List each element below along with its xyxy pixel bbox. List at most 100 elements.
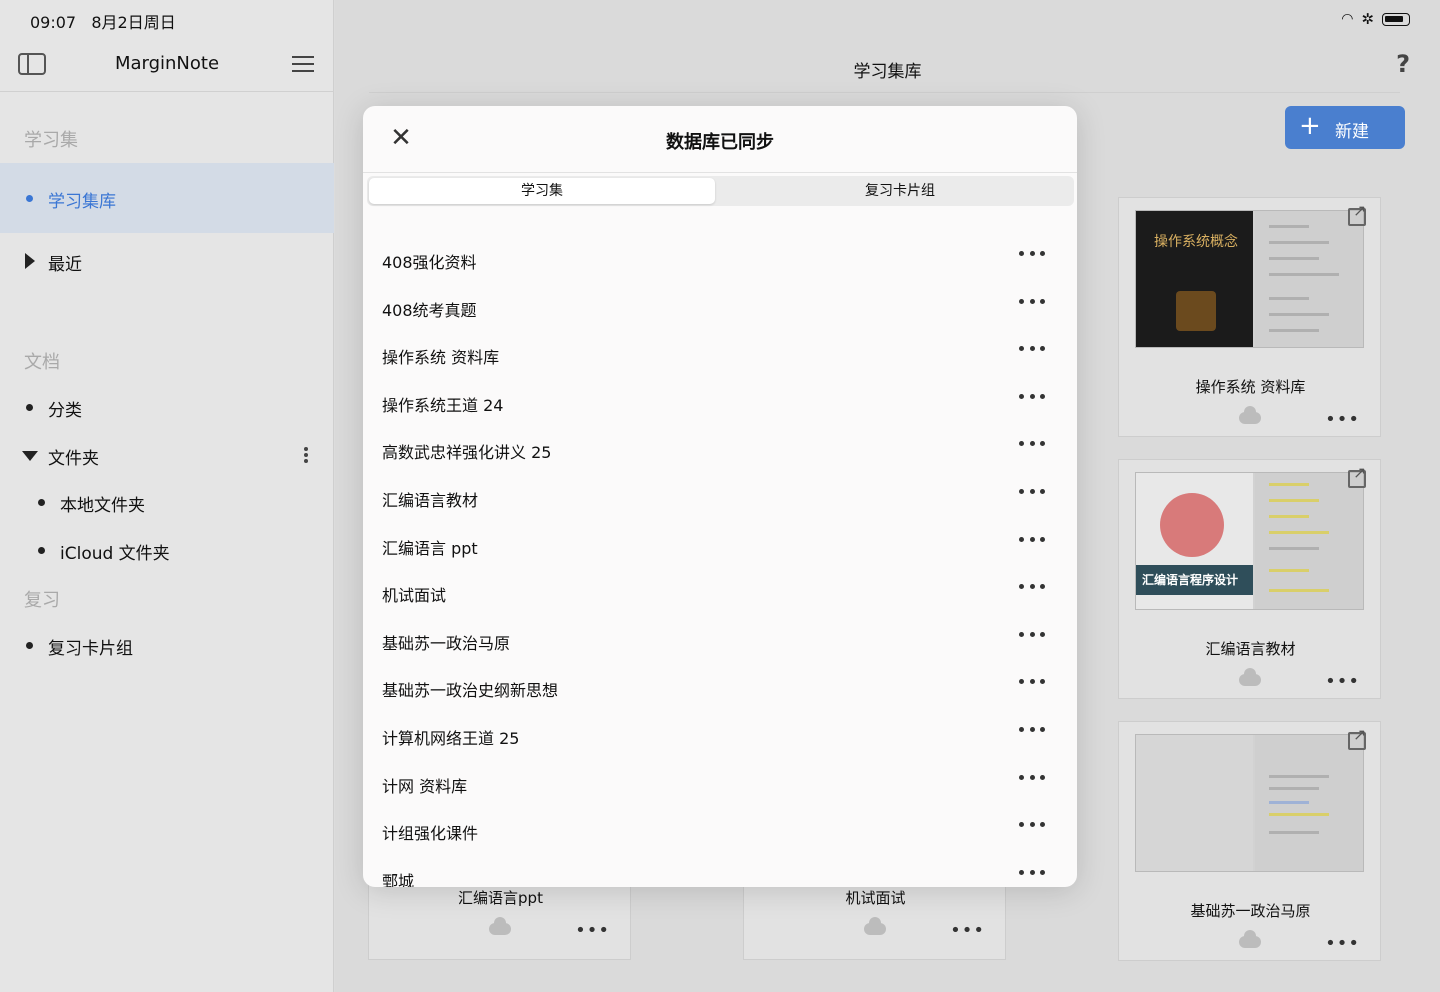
bullet-icon bbox=[26, 195, 33, 202]
more-icon[interactable] bbox=[1019, 631, 1045, 638]
list-item-label: 操作系统王道 24 bbox=[382, 395, 504, 415]
help-icon[interactable]: ? bbox=[1396, 50, 1410, 78]
open-external-icon[interactable] bbox=[1348, 463, 1366, 488]
section-notebooks: 学习集 bbox=[24, 130, 78, 151]
list-item-label: 基础苏一政治马原 bbox=[382, 633, 511, 653]
notebook-thumbnail: 操作系统概念 bbox=[1135, 210, 1364, 348]
mindmap-page bbox=[1255, 211, 1363, 347]
tab-notebooks[interactable]: 学习集 bbox=[369, 178, 715, 204]
sidebar-item-review-cards[interactable]: 复习卡片组 bbox=[0, 621, 334, 669]
list-item[interactable]: 基础苏一政治马原 bbox=[363, 618, 1077, 665]
more-icon[interactable] bbox=[1019, 822, 1045, 828]
wifi-icon: ◠ bbox=[1341, 11, 1354, 27]
notebook-name: 基础苏一政治马原 bbox=[1190, 902, 1311, 920]
notebook-name: 汇编语言教材 bbox=[1205, 640, 1296, 658]
more-icon[interactable] bbox=[1019, 727, 1045, 733]
tab-review-cards[interactable]: 复习卡片组 bbox=[727, 178, 1073, 204]
list-item[interactable]: 操作系统 资料库 bbox=[363, 332, 1077, 379]
notebook-card[interactable]: 基础苏一政治马原 ••• bbox=[1118, 721, 1381, 961]
status-clock: 09:07 bbox=[30, 13, 77, 32]
sidebar-header: MarginNote bbox=[0, 40, 334, 92]
disclosure-down-icon bbox=[22, 451, 38, 461]
sidebar-item-notebook-library[interactable]: 学习集库 bbox=[0, 163, 334, 233]
gear-icon: ✲ bbox=[1361, 10, 1374, 28]
page-title: 学习集库 bbox=[853, 62, 922, 82]
notebook-name: 汇编语言ppt bbox=[458, 889, 543, 907]
notebook-card[interactable]: 操作系统概念 操作系统 资料库 ••• bbox=[1118, 197, 1381, 437]
app-title: MarginNote bbox=[114, 53, 220, 74]
open-external-icon[interactable] bbox=[1348, 725, 1366, 750]
sidebar-item-label: 最近 bbox=[48, 255, 82, 275]
more-icon[interactable]: ••• bbox=[1325, 935, 1360, 953]
sidebar-item-icloud-folder[interactable]: iCloud 文件夹 bbox=[0, 526, 334, 574]
list-item-label: 汇编语言 ppt bbox=[382, 538, 478, 558]
more-icon[interactable]: ••• bbox=[950, 922, 985, 940]
cloud-icon bbox=[489, 917, 511, 935]
more-icon[interactable] bbox=[1019, 536, 1045, 543]
notebook-card[interactable]: 汇编语言程序设计 汇编语言教材 ••• bbox=[1118, 459, 1381, 699]
list-item-label: 计网 资料库 bbox=[382, 776, 468, 796]
section-review: 复习 bbox=[24, 590, 60, 611]
list-item[interactable]: 高数武忠祥强化讲义 25 bbox=[363, 427, 1077, 474]
more-icon[interactable] bbox=[1019, 584, 1045, 590]
more-icon[interactable] bbox=[1019, 393, 1045, 400]
battery-icon bbox=[1382, 12, 1410, 26]
more-icon[interactable] bbox=[1019, 774, 1045, 781]
sidebar-item-local-folder[interactable]: 本地文件夹 bbox=[0, 478, 334, 526]
new-button[interactable]: + 新建 bbox=[1285, 106, 1405, 149]
more-icon[interactable] bbox=[1019, 441, 1045, 447]
list-item[interactable]: 计网 资料库 bbox=[363, 761, 1077, 808]
more-icon[interactable] bbox=[1019, 489, 1045, 495]
new-button-label: 新建 bbox=[1335, 122, 1369, 142]
sidebar-item-folders[interactable]: 文件夹 bbox=[0, 431, 334, 479]
cloud-icon bbox=[864, 917, 886, 935]
cloud-icon bbox=[1239, 930, 1261, 948]
more-icon[interactable]: ••• bbox=[1325, 411, 1360, 429]
list-item[interactable]: 机试面试 bbox=[363, 570, 1077, 617]
sync-dialog: ✕ 数据库已同步 学习集 复习卡片组 408强化资料 408统考真题 操作系统 资料… bbox=[363, 106, 1077, 887]
more-icon[interactable]: ••• bbox=[575, 922, 610, 940]
segmented-control: 学习集 复习卡片组 bbox=[367, 176, 1074, 206]
bullet-icon bbox=[26, 642, 33, 649]
list-item[interactable]: 汇编语言 ppt bbox=[363, 523, 1077, 570]
list-item[interactable]: 操作系统王道 24 bbox=[363, 380, 1077, 427]
list-item-label: 操作系统 资料库 bbox=[382, 348, 500, 368]
list-item[interactable]: 408统考真题 bbox=[363, 285, 1077, 332]
more-icon[interactable] bbox=[1019, 346, 1045, 352]
list-item-label: 计组强化课件 bbox=[382, 824, 479, 844]
list-item[interactable]: 基础苏一政治史纲新思想 bbox=[363, 665, 1077, 712]
more-icon[interactable] bbox=[1019, 679, 1045, 685]
open-external-icon[interactable] bbox=[1348, 201, 1366, 226]
sidebar-item-label: 学习集库 bbox=[48, 192, 116, 212]
list-item[interactable]: 计算机网络王道 25 bbox=[363, 713, 1077, 760]
more-icon[interactable] bbox=[1019, 298, 1045, 305]
sidebar-item-recent[interactable]: 最近 bbox=[0, 237, 334, 285]
more-icon[interactable] bbox=[1019, 869, 1045, 876]
list-item-label: 408强化资料 bbox=[382, 253, 477, 272]
list-item[interactable]: 鄄城 bbox=[363, 856, 1077, 887]
bullet-icon bbox=[26, 404, 33, 411]
notebook-name: 机试面试 bbox=[845, 889, 906, 907]
cloud-icon bbox=[1239, 668, 1261, 686]
status-time: 09:07 8月2日周日 bbox=[30, 9, 176, 33]
list-item[interactable]: 408强化资料 bbox=[363, 237, 1077, 284]
more-icon[interactable] bbox=[1019, 251, 1045, 257]
sidebar-item-categories[interactable]: 分类 bbox=[0, 383, 334, 431]
mindmap-page bbox=[1255, 735, 1363, 871]
more-icon[interactable]: ••• bbox=[1325, 673, 1360, 691]
cover-title: 汇编语言程序设计 bbox=[1142, 573, 1239, 587]
list-item[interactable]: 计组强化课件 bbox=[363, 808, 1077, 855]
book-cover: 操作系统概念 bbox=[1136, 211, 1253, 347]
list-item-label: 机试面试 bbox=[382, 586, 447, 606]
mindmap-page bbox=[1255, 473, 1363, 609]
plus-icon: + bbox=[1299, 111, 1321, 141]
list-item-label: 基础苏一政治史纲新思想 bbox=[382, 681, 559, 701]
list-item[interactable]: 汇编语言教材 bbox=[363, 475, 1077, 522]
sidebar-item-label: 复习卡片组 bbox=[48, 639, 133, 659]
list-item-label: 高数武忠祥强化讲义 25 bbox=[382, 443, 552, 463]
sidebar-item-label: 文件夹 bbox=[48, 449, 99, 469]
sidebar: 09:07 8月2日周日 MarginNote 学习集 学习集库 最近 文档 分… bbox=[0, 0, 334, 992]
more-vertical-icon[interactable] bbox=[304, 447, 308, 463]
disclosure-right-icon bbox=[25, 253, 35, 269]
hamburger-menu-icon[interactable] bbox=[292, 56, 314, 72]
